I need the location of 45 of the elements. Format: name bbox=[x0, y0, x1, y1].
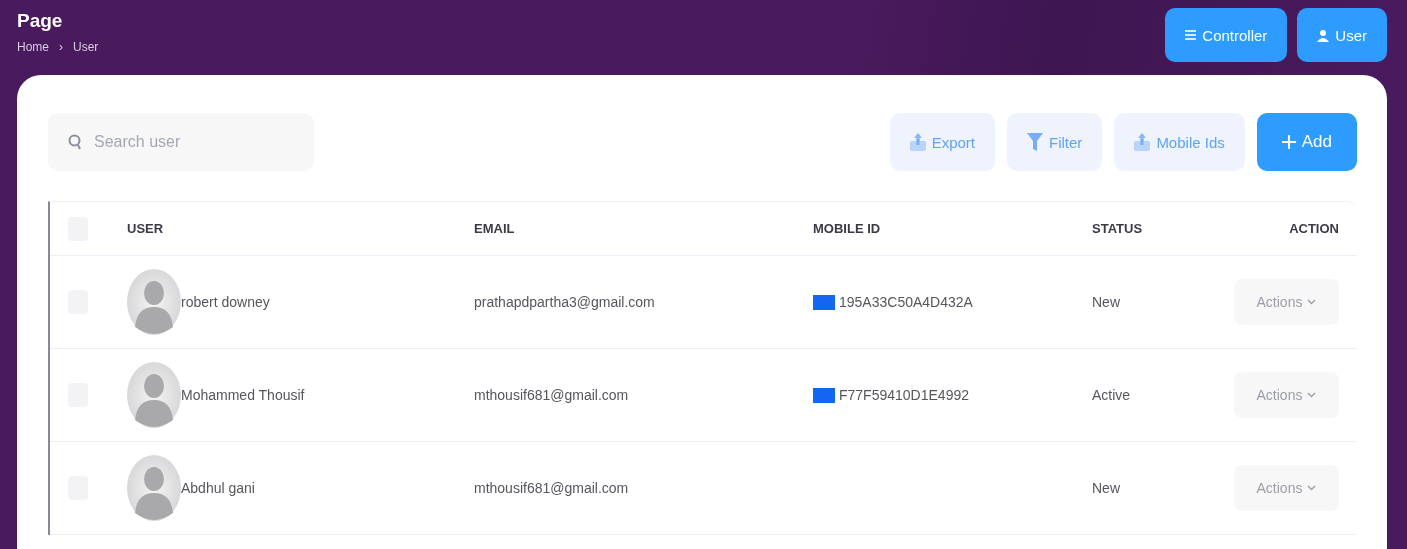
email-text: mthousif681@gmail.com bbox=[474, 387, 630, 403]
user-name: Abdhul gani bbox=[181, 480, 255, 496]
chevron-down-icon bbox=[1307, 299, 1317, 305]
upload-icon bbox=[909, 133, 926, 151]
device-icon bbox=[813, 294, 835, 310]
search-icon bbox=[68, 134, 82, 150]
breadcrumb-item[interactable]: Home bbox=[17, 40, 49, 54]
add-button[interactable]: Add bbox=[1256, 113, 1357, 171]
upload-icon bbox=[1134, 133, 1151, 151]
controller-button[interactable]: Controller bbox=[1165, 8, 1288, 62]
email-text: mthousif681@gmail.com bbox=[474, 480, 630, 496]
page-title: Page bbox=[17, 10, 64, 32]
chevron-down-icon bbox=[1307, 392, 1317, 398]
breadcrumb-separator: › bbox=[59, 40, 63, 54]
column-header: MOBILE ID bbox=[813, 221, 882, 236]
avatar-icon bbox=[127, 455, 181, 521]
mobile-id: F77F59410D1E4992 bbox=[839, 387, 969, 403]
breadcrumb-item[interactable]: User bbox=[73, 40, 99, 54]
filter-button[interactable]: Filter bbox=[1007, 113, 1103, 171]
export-button[interactable]: Mobile Ids bbox=[1114, 113, 1245, 171]
chevron-down-icon bbox=[1307, 485, 1317, 491]
user-icon bbox=[1317, 28, 1330, 42]
mobile-id: 195A33C50A4D432A bbox=[839, 294, 973, 310]
actions-dropdown[interactable]: Actions bbox=[1234, 279, 1339, 325]
avatar-icon bbox=[127, 269, 181, 335]
user-name: Mohammed Thousif bbox=[181, 387, 305, 403]
status-text: New bbox=[1092, 294, 1121, 310]
menu-icon bbox=[1185, 30, 1197, 40]
email-text: prathapdpartha3@gmail.com bbox=[474, 294, 656, 310]
column-header: USER bbox=[127, 221, 165, 236]
filter-icon bbox=[1027, 133, 1044, 151]
actions-dropdown[interactable]: Actions bbox=[1234, 465, 1339, 511]
column-header: STATUS bbox=[1092, 221, 1144, 236]
column-header: EMAIL bbox=[474, 221, 516, 236]
plus-icon bbox=[1281, 135, 1296, 149]
actions-dropdown[interactable]: Actions bbox=[1234, 372, 1339, 418]
export-button[interactable]: Export bbox=[889, 113, 996, 171]
status-text: Active bbox=[1092, 387, 1132, 403]
avatar-icon bbox=[127, 362, 181, 428]
device-icon bbox=[813, 387, 835, 403]
search-field[interactable]: Search user bbox=[48, 113, 314, 171]
user-name: robert downey bbox=[181, 294, 270, 310]
user-button[interactable]: User bbox=[1297, 8, 1387, 62]
status-text: New bbox=[1092, 480, 1121, 496]
column-header: ACTION bbox=[1289, 221, 1339, 236]
